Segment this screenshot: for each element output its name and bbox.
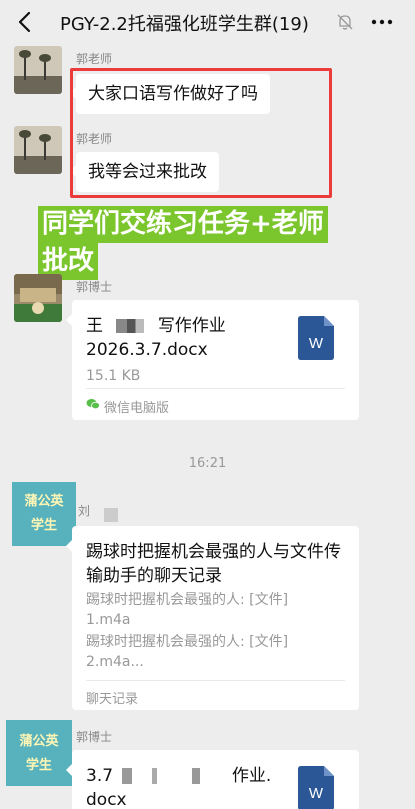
chat-record-line: 踢球时把握机会最强的人: [文件] (86, 634, 289, 650)
avatar-text-line-1: 蒲公英 (19, 734, 59, 749)
file-name-part-a: 3.7 (86, 766, 114, 786)
avatar-image (14, 46, 62, 94)
sender-name: 郭老师 (76, 52, 113, 66)
word-file-icon: W (298, 316, 334, 360)
dandelion-avatar: 蒲公英 学生 (12, 482, 76, 546)
chat-record-line: 踢球时把握机会最强的人: [文件] (86, 592, 289, 608)
avatar[interactable] (14, 126, 62, 174)
file-name: 王 写作作业 2026.3.7.docx (86, 314, 226, 362)
chat-record-line: 2.m4a... (86, 654, 144, 670)
timestamp: 16:21 (188, 456, 227, 471)
chevron-left-icon[interactable] (14, 10, 38, 34)
redacted-mosaic (104, 508, 118, 522)
sender-name: 郭博士 (76, 280, 113, 294)
avatar[interactable]: 蒲公英 学生 (12, 482, 76, 546)
avatar-image (14, 126, 62, 174)
svg-text:W: W (309, 785, 324, 802)
avatar[interactable] (14, 274, 62, 322)
avatar-image (14, 274, 62, 322)
avatar[interactable]: 蒲公英 学生 (6, 720, 72, 786)
file-size: 15.1 KB (86, 368, 141, 384)
avatar-text-line-2: 学生 (30, 518, 57, 533)
file-name: 3.7 作业. docx (86, 764, 271, 809)
file-message-card[interactable]: 3.7 作业. docx W (66, 750, 359, 809)
redacted-mosaic (122, 768, 223, 784)
file-name-line-2: docx (86, 790, 127, 809)
card-divider (86, 388, 345, 389)
highlight-box (70, 68, 332, 198)
file-name-part-a: 王 (86, 316, 103, 336)
avatar-text-line-1: 蒲公英 (24, 494, 64, 509)
chat-record-line: 1.m4a (86, 612, 131, 628)
wechat-icon (86, 399, 100, 410)
chat-record-title: 踢球时把握机会最强的人与文件传输助手的聊天记录 (86, 542, 341, 586)
sender-name: 郭博士 (76, 730, 113, 744)
chat-record-card[interactable]: 踢球时把握机会最强的人与文件传输助手的聊天记录 踢球时把握机会最强的人: [文件… (66, 526, 359, 710)
annotation-line-1: 同学们交练习任务+老师 (38, 206, 328, 243)
sender-name: 刘 (78, 504, 91, 518)
avatar[interactable] (14, 46, 62, 94)
file-message-card[interactable]: 王 写作作业 2026.3.7.docx 15.1 KB W 微信电脑版 (66, 300, 359, 420)
file-name-part-b: 写作作业 (157, 316, 226, 336)
source-label: 微信电脑版 (104, 401, 170, 416)
file-name-line-2: 2026.3.7.docx (86, 340, 208, 360)
chat-header: PGY-2.2托福强化班学生群(19) (0, 0, 415, 46)
svg-text:W: W (309, 335, 324, 352)
redacted-mosaic (116, 319, 145, 333)
dandelion-avatar: 蒲公英 学生 (6, 720, 72, 786)
annotation-banner: 同学们交练习任务+老师 批改 (38, 206, 328, 280)
word-file-icon: W (298, 766, 334, 809)
chat-title: PGY-2.2托福强化班学生群(19) (60, 14, 309, 35)
avatar-text-line-2: 学生 (25, 758, 52, 773)
bell-off-icon (337, 14, 353, 30)
ellipsis-icon[interactable] (370, 12, 394, 32)
card-divider (86, 680, 345, 681)
file-name-part-b: 作业. (231, 766, 272, 786)
chat-record-footer: 聊天记录 (86, 692, 139, 707)
